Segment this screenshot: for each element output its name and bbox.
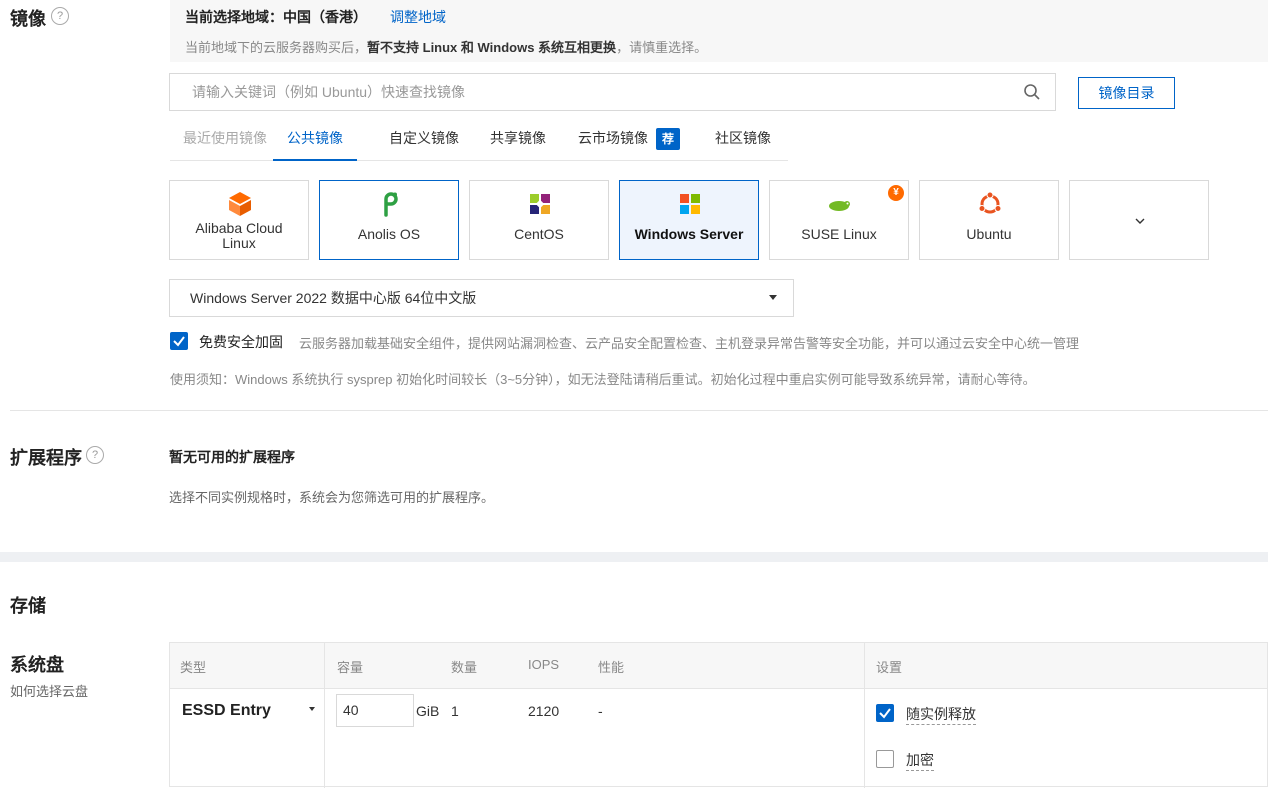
column-header-performance: 性能 xyxy=(598,660,625,675)
tab-custom-images[interactable]: 自定义镜像 xyxy=(389,122,459,159)
usage-note: 使用须知：Windows 系统执行 sysprep 初始化时间较长（3~5分钟）… xyxy=(170,372,1036,387)
checkmark-icon xyxy=(879,708,891,719)
tab-community-images[interactable]: 社区镜像 xyxy=(715,122,771,159)
os-card-alibaba-cloud-linux[interactable]: Alibaba Cloud Linux xyxy=(169,180,309,260)
caret-down-icon xyxy=(769,295,777,300)
storage-section-title: 存储 xyxy=(10,596,46,616)
os-card-label: Alibaba Cloud Linux xyxy=(195,220,283,251)
encryption-label: 加密 xyxy=(906,750,934,771)
tab-marketplace-images[interactable]: 云市场镜像荐 xyxy=(578,122,680,159)
os-card-suse-linux[interactable]: SUSE Linux ¥ xyxy=(769,180,909,260)
change-region-link[interactable]: 调整地域 xyxy=(390,7,446,27)
recommended-tag: 荐 xyxy=(656,128,680,151)
tab-shared-images[interactable]: 共享镜像 xyxy=(490,122,546,159)
os-card-label: SUSE Linux xyxy=(801,226,877,242)
quantity-value: 1 xyxy=(451,703,459,719)
tab-label: 社区镜像 xyxy=(715,130,771,146)
capacity-input[interactable]: 40 xyxy=(336,694,414,727)
current-region-label: 当前选择地域：中国（香港） xyxy=(185,9,367,25)
help-icon[interactable]: ? xyxy=(51,7,69,25)
tab-label: 最近使用镜像 xyxy=(183,130,267,146)
paid-badge: ¥ xyxy=(888,185,904,201)
column-header-quantity: 数量 xyxy=(451,660,478,675)
suse-icon xyxy=(829,201,850,211)
image-type-tabs: 最近使用镜像 公共镜像 自定义镜像 共享镜像 云市场镜像荐 社区镜像 xyxy=(170,122,788,161)
tab-label: 公共镜像 xyxy=(287,130,343,146)
security-hardening-description: 云服务器加载基础安全组件，提供网站漏洞检查、云产品安全配置检查、主机登录异常告警… xyxy=(299,336,1080,351)
security-hardening-checkbox[interactable] xyxy=(170,332,188,350)
extensions-empty-title: 暂无可用的扩展程序 xyxy=(169,449,295,465)
image-section-title: 镜像 xyxy=(10,9,46,29)
anolis-icon xyxy=(384,192,398,217)
os-card-label: CentOS xyxy=(514,226,564,242)
how-to-choose-disk-link[interactable]: 如何选择云盘 xyxy=(10,681,88,700)
region-note: 当前地域下的云服务器购买后，暂不支持 Linux 和 Windows 系统互相更… xyxy=(185,37,707,56)
os-card-label: Anolis OS xyxy=(357,226,421,242)
centos-icon xyxy=(530,194,550,214)
column-divider xyxy=(324,643,325,788)
tab-label: 自定义镜像 xyxy=(389,130,459,146)
extensions-empty-description: 选择不同实例规格时，系统会为您筛选可用的扩展程序。 xyxy=(169,490,495,505)
os-card-anolis-os[interactable]: Anolis OS xyxy=(319,180,459,260)
security-hardening-label: 免费安全加固 xyxy=(199,334,283,350)
image-search-box xyxy=(169,73,1056,111)
os-card-windows-server[interactable]: Windows Server xyxy=(619,180,759,260)
column-header-settings: 设置 xyxy=(876,660,903,675)
tab-label: 云市场镜像 xyxy=(578,130,648,146)
encryption-checkbox[interactable] xyxy=(876,750,894,768)
release-with-instance-label: 随实例释放 xyxy=(906,704,976,725)
alibaba-cloud-linux-icon xyxy=(229,192,251,216)
os-card-ubuntu[interactable]: Ubuntu xyxy=(919,180,1059,260)
help-icon[interactable]: ? xyxy=(86,446,104,464)
os-card-label: Ubuntu xyxy=(966,226,1012,242)
chevron-down-icon xyxy=(1135,218,1145,224)
caret-down-icon xyxy=(309,707,315,711)
region-note-suffix: ，请慎重选择。 xyxy=(616,40,708,55)
os-card-label: Windows Server xyxy=(634,226,744,242)
system-disk-title: 系统盘 xyxy=(10,655,64,675)
selected-version: Windows Server 2022 数据中心版 64位中文版 xyxy=(190,290,477,306)
os-card-centos[interactable]: CentOS xyxy=(469,180,609,260)
section-separator xyxy=(0,552,1268,562)
column-header-capacity: 容量 xyxy=(337,660,364,675)
image-search-input[interactable] xyxy=(190,83,1014,101)
tab-label: 共享镜像 xyxy=(490,130,546,146)
search-icon[interactable] xyxy=(1023,83,1041,101)
tab-recent-images[interactable]: 最近使用镜像 xyxy=(183,122,267,159)
extensions-section-title: 扩展程序 xyxy=(10,448,82,468)
release-with-instance-checkbox[interactable] xyxy=(876,704,894,722)
disk-type-select[interactable]: ESSD Entry xyxy=(182,702,271,720)
iops-value: 2120 xyxy=(528,703,560,719)
system-disk-table: 类型 容量 数量 IOPS 性能 设置 ESSD Entry 40 GiB 1 … xyxy=(169,642,1268,788)
disk-type-value: ESSD Entry xyxy=(182,702,271,719)
table-header: 类型 容量 数量 IOPS 性能 设置 xyxy=(170,643,1267,689)
ubuntu-icon xyxy=(978,191,1002,214)
column-header-type: 类型 xyxy=(180,660,207,675)
image-catalog-button[interactable]: 镜像目录 xyxy=(1078,77,1175,109)
column-divider xyxy=(864,643,865,788)
column-header-iops: IOPS xyxy=(528,657,560,672)
checkmark-icon xyxy=(173,336,185,347)
divider xyxy=(10,410,1268,411)
performance-value: - xyxy=(598,703,603,719)
image-version-select[interactable]: Windows Server 2022 数据中心版 64位中文版 xyxy=(169,279,794,317)
windows-icon xyxy=(680,194,700,214)
region-note-bold: 暂不支持 Linux 和 Windows 系统互相更换 xyxy=(367,40,617,55)
region-note-prefix: 当前地域下的云服务器购买后， xyxy=(185,40,368,55)
capacity-unit: GiB xyxy=(416,703,440,719)
tab-public-images[interactable]: 公共镜像 xyxy=(273,122,357,161)
more-os-button[interactable] xyxy=(1069,180,1209,260)
